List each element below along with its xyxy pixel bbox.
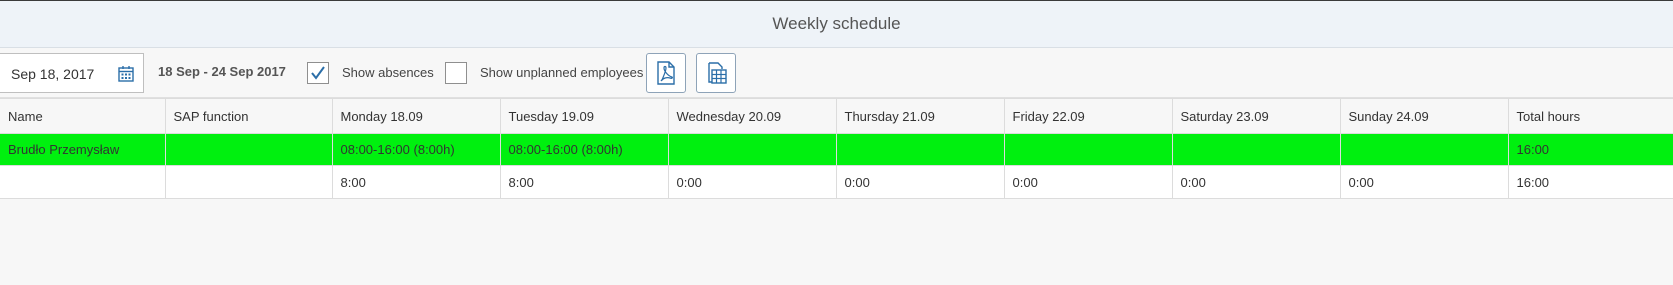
toolbar: 18 Sep - 24 Sep 2017 Show absences Show … (0, 49, 1673, 98)
total-cell-friday: 0:00 (1004, 165, 1173, 199)
employee-row[interactable]: Brudło Przemysław 08:00-16:00 (8:00h) 08… (0, 133, 1673, 166)
excel-export-icon (708, 62, 727, 84)
column-header-total-hours[interactable]: Total hours (1508, 98, 1673, 134)
shift-cell-saturday[interactable] (1172, 133, 1341, 166)
show-unplanned-label[interactable]: Show unplanned employees (480, 65, 643, 80)
shift-cell-wednesday[interactable] (668, 133, 837, 166)
column-header-tuesday[interactable]: Tuesday 19.09 (500, 98, 669, 134)
date-picker[interactable] (0, 53, 144, 93)
grand-total-cell: 16:00 (1508, 165, 1673, 199)
column-header-friday[interactable]: Friday 22.09 (1004, 98, 1173, 134)
show-absences-checkbox[interactable] (307, 62, 329, 84)
totals-sap-function-cell (165, 165, 333, 199)
shift-cell-tuesday[interactable]: 08:00-16:00 (8:00h) (500, 133, 669, 166)
column-header-monday[interactable]: Monday 18.09 (332, 98, 501, 134)
table-header-row: Name SAP function Monday 18.09 Tuesday 1… (0, 98, 1673, 134)
title-bar: Weekly schedule (0, 1, 1673, 48)
total-hours-cell: 16:00 (1508, 133, 1673, 166)
total-cell-monday: 8:00 (332, 165, 501, 199)
shift-cell-friday[interactable] (1004, 133, 1173, 166)
totals-name-cell (0, 165, 166, 199)
export-pdf-button[interactable] (646, 53, 686, 93)
shift-cell-sunday[interactable] (1340, 133, 1509, 166)
column-header-sunday[interactable]: Sunday 24.09 (1340, 98, 1509, 134)
total-cell-saturday: 0:00 (1172, 165, 1341, 199)
calendar-icon[interactable] (117, 65, 135, 83)
column-header-wednesday[interactable]: Wednesday 20.09 (668, 98, 837, 134)
total-cell-sunday: 0:00 (1340, 165, 1509, 199)
column-header-sap-function[interactable]: SAP function (165, 98, 333, 134)
page-title: Weekly schedule (772, 14, 901, 33)
export-excel-button[interactable] (696, 53, 736, 93)
pdf-export-icon (657, 61, 675, 85)
shift-cell-thursday[interactable] (836, 133, 1005, 166)
show-unplanned-checkbox[interactable] (445, 62, 467, 84)
sap-function-cell[interactable] (165, 133, 333, 166)
date-input-field[interactable] (11, 64, 111, 84)
total-cell-wednesday: 0:00 (668, 165, 837, 199)
shift-cell-monday[interactable]: 08:00-16:00 (8:00h) (332, 133, 501, 166)
total-cell-thursday: 0:00 (836, 165, 1005, 199)
checkmark-icon (311, 66, 325, 80)
totals-row: 8:00 8:00 0:00 0:00 0:00 0:00 0:00 16:00 (0, 165, 1673, 199)
schedule-table: Name SAP function Monday 18.09 Tuesday 1… (0, 98, 1673, 199)
column-header-name[interactable]: Name (0, 98, 166, 134)
date-range-label: 18 Sep - 24 Sep 2017 (158, 64, 286, 79)
show-absences-label[interactable]: Show absences (342, 65, 434, 80)
employee-name-cell[interactable]: Brudło Przemysław (0, 133, 166, 166)
column-header-thursday[interactable]: Thursday 21.09 (836, 98, 1005, 134)
column-header-saturday[interactable]: Saturday 23.09 (1172, 98, 1341, 134)
total-cell-tuesday: 8:00 (500, 165, 669, 199)
